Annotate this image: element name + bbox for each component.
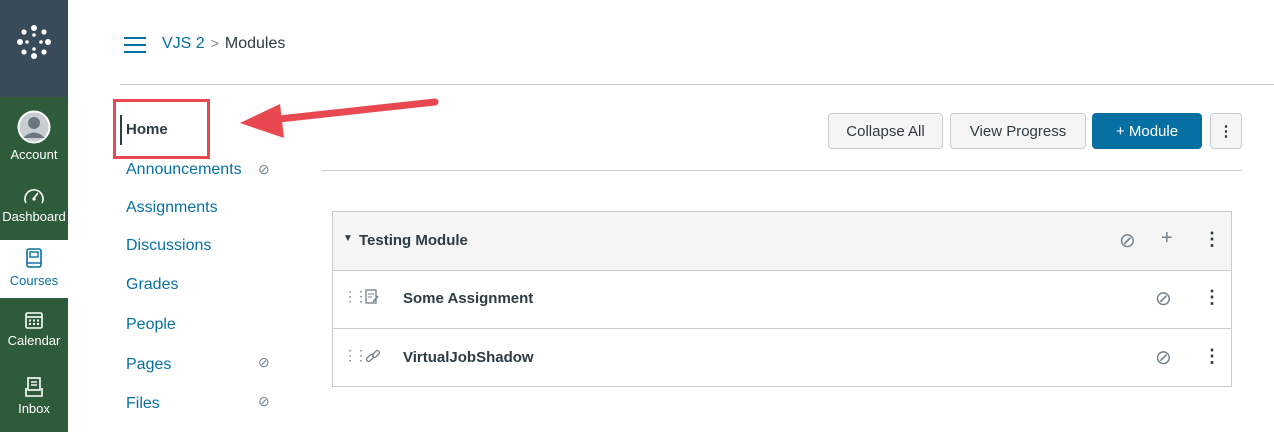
module-item-title[interactable]: VirtualJobShadow <box>403 349 534 366</box>
inbox-icon <box>24 372 44 398</box>
module-header[interactable]: ▼ Testing Module ⊘ + ⋮ <box>333 212 1231 271</box>
global-nav-label: Dashboard <box>2 209 66 224</box>
breadcrumb-course-link[interactable]: VJS 2 <box>162 35 205 52</box>
hidden-eye-icon: ⊘ <box>258 354 270 370</box>
kebab-icon[interactable]: ⋮ <box>1203 229 1221 250</box>
course-nav-assignments[interactable]: Assignments <box>126 199 218 217</box>
course-nav-people[interactable]: People <box>126 316 176 334</box>
unpublished-icon[interactable]: ⊘ <box>1155 286 1172 311</box>
unpublished-icon[interactable]: ⊘ <box>1119 228 1136 253</box>
view-progress-button[interactable]: View Progress <box>950 113 1086 149</box>
global-nav-calendar[interactable]: Calendar <box>0 306 68 364</box>
kebab-icon[interactable]: ⋮ <box>1203 287 1221 308</box>
global-nav-account[interactable]: Account <box>0 104 68 172</box>
dashboard-icon <box>23 182 45 206</box>
annotation-highlight-box <box>113 99 210 159</box>
global-nav-label: Inbox <box>18 401 50 416</box>
top-bar: VJS 2 > Modules <box>120 0 1274 85</box>
module-card: ▼ Testing Module ⊘ + ⋮ ⋮⋮ Some Assignmen… <box>332 211 1232 387</box>
assignment-icon <box>365 289 379 310</box>
link-icon <box>365 348 381 369</box>
course-nav-files[interactable]: Files <box>126 395 160 413</box>
courses-icon <box>24 240 44 270</box>
hidden-eye-icon: ⊘ <box>258 393 270 409</box>
kebab-icon: ⋮ <box>1218 123 1234 140</box>
add-item-icon[interactable]: + <box>1161 227 1173 250</box>
module-title: Testing Module <box>359 232 468 249</box>
hamburger-menu-icon[interactable] <box>124 37 146 55</box>
unpublished-icon[interactable]: ⊘ <box>1155 345 1172 370</box>
breadcrumb-separator: > <box>210 35 219 51</box>
global-nav-inbox[interactable]: Inbox <box>0 372 68 430</box>
module-item-title[interactable]: Some Assignment <box>403 290 533 307</box>
drag-handle-icon[interactable]: ⋮⋮ <box>343 347 368 364</box>
kebab-icon[interactable]: ⋮ <box>1203 346 1221 367</box>
divider <box>322 170 1242 171</box>
account-icon <box>17 104 51 144</box>
breadcrumb: VJS 2 > Modules <box>162 35 285 53</box>
course-nav-discussions[interactable]: Discussions <box>126 237 211 255</box>
calendar-icon <box>24 306 44 330</box>
course-nav-pages[interactable]: Pages <box>126 356 171 374</box>
global-nav: Account Dashboard Courses Calendar Inbox <box>0 0 68 432</box>
module-item[interactable]: ⋮⋮ VirtualJobShadow ⊘ ⋮ <box>333 329 1231 387</box>
breadcrumb-current: Modules <box>224 35 286 52</box>
canvas-logo-icon[interactable] <box>0 0 68 84</box>
module-item[interactable]: ⋮⋮ Some Assignment ⊘ ⋮ <box>333 270 1231 329</box>
global-nav-label: Courses <box>9 273 59 288</box>
drag-handle-icon[interactable]: ⋮⋮ <box>343 288 368 305</box>
more-options-button[interactable]: ⋮ <box>1210 113 1242 149</box>
collapse-triangle-icon[interactable]: ▼ <box>343 233 353 244</box>
global-nav-dashboard[interactable]: Dashboard <box>0 182 68 238</box>
global-nav-label: Account <box>10 147 58 162</box>
collapse-all-button[interactable]: Collapse All <box>828 113 943 149</box>
hidden-eye-icon: ⊘ <box>258 161 270 177</box>
add-module-button[interactable]: + Module <box>1092 113 1202 149</box>
course-nav-announcements[interactable]: Announcements <box>126 161 242 179</box>
annotation-arrow-icon <box>240 98 439 138</box>
global-nav-label: Calendar <box>7 333 61 348</box>
course-nav-grades[interactable]: Grades <box>126 276 178 294</box>
global-nav-courses[interactable]: Courses <box>0 240 68 298</box>
